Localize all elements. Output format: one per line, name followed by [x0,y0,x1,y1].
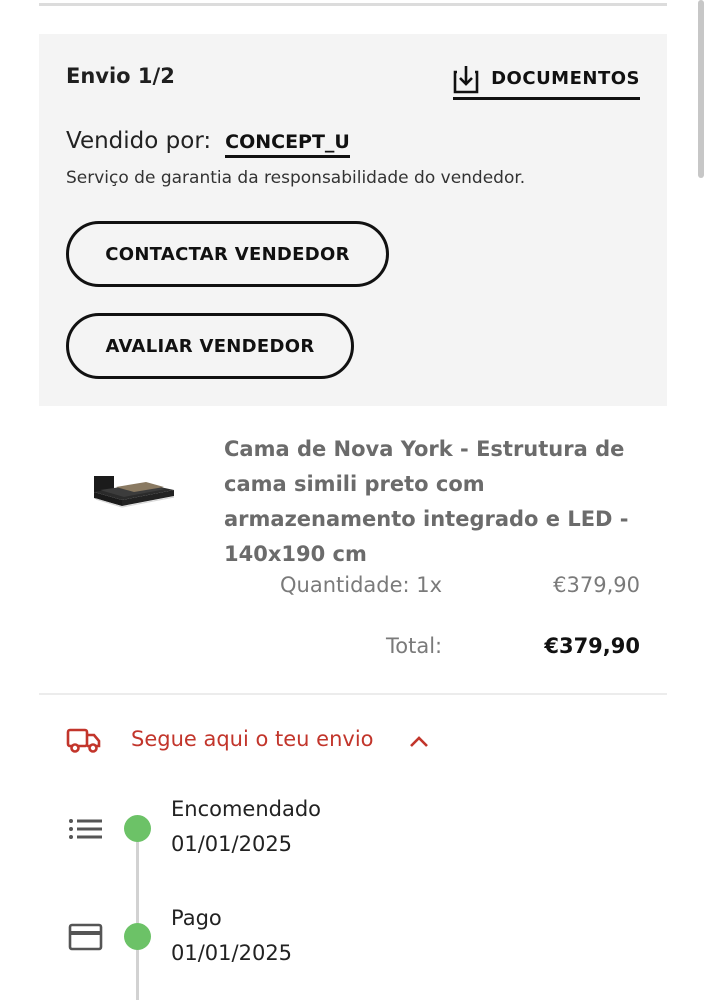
timeline-line [136,828,139,1000]
total-label: Total: [386,634,443,658]
shipment-title: Envio 1/2 [66,64,175,88]
step-title: Pago [171,906,222,930]
total-value: €379,90 [544,634,640,658]
product-title[interactable]: Cama de Nova York - Estrutura de cama si… [224,432,644,572]
truck-icon [66,725,102,759]
product-price: €379,90 [553,573,640,597]
step-title: Encomendado [171,797,322,821]
contact-seller-button[interactable]: CONTACTAR VENDEDOR [66,221,389,287]
tracking-toggle[interactable] [66,725,102,759]
shipment-card: Envio 1/2 DOCUMENTOS Vendido por: CONCEP… [39,34,667,406]
timeline-dot-paid [124,923,151,950]
product-thumbnail[interactable] [86,460,180,518]
credit-card-icon [68,922,104,956]
documents-link[interactable]: DOCUMENTOS [453,64,640,100]
guarantee-text: Serviço de garantia da responsabilidade … [66,168,526,188]
top-divider [39,3,667,6]
section-divider [39,693,667,695]
chevron-up-icon[interactable] [408,734,430,753]
step-date: 01/01/2025 [171,941,293,965]
download-icon [453,64,479,94]
sold-by-row: Vendido por: CONCEPT_U [66,128,350,158]
timeline-dot-ordered [124,815,151,842]
documents-label: DOCUMENTOS [491,68,640,89]
step-date: 01/01/2025 [171,832,293,856]
list-icon [68,817,104,845]
seller-link[interactable]: CONCEPT_U [225,131,350,158]
rate-seller-button[interactable]: AVALIAR VENDEDOR [66,313,354,379]
sold-by-label: Vendido por: [66,128,212,154]
product-quantity: Quantidade: 1x [280,573,443,597]
tracking-label[interactable]: Segue aqui o teu envio [131,727,374,751]
scrollbar[interactable] [698,0,704,178]
